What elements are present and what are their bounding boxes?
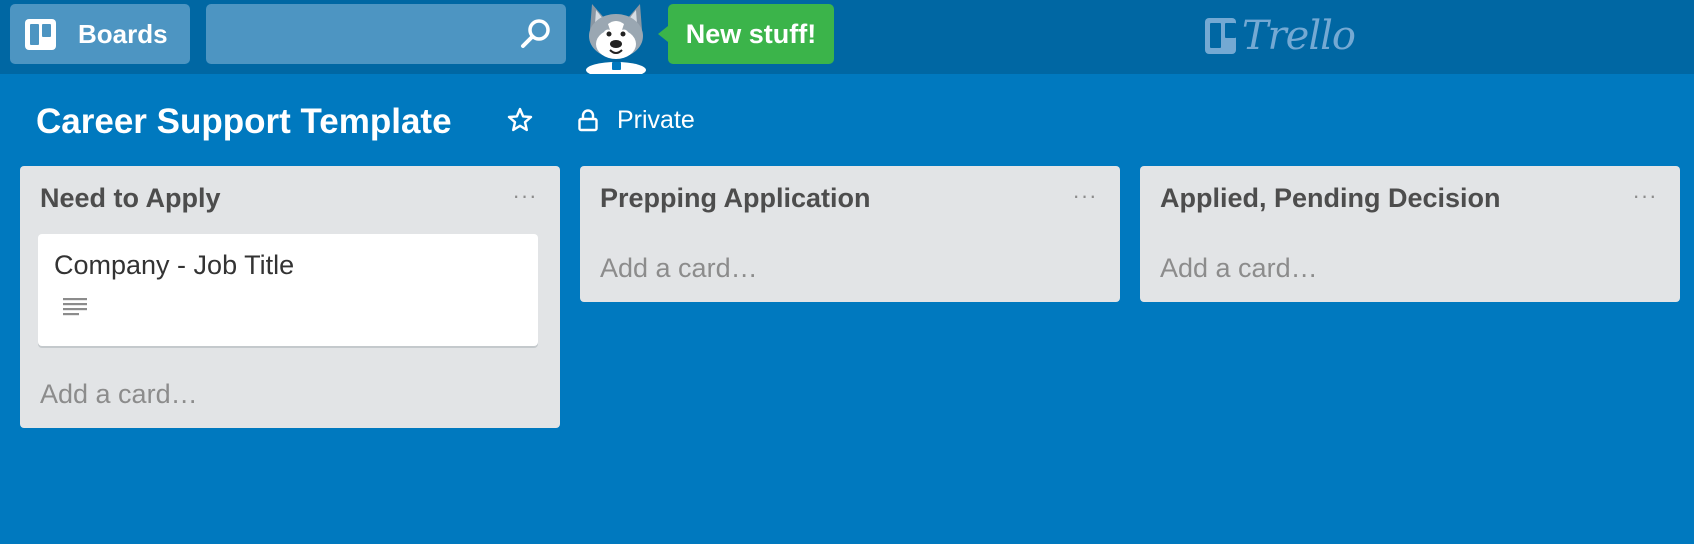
new-stuff-button[interactable]: New stuff! xyxy=(658,4,834,64)
list-title[interactable]: Prepping Application xyxy=(600,180,871,216)
boards-icon xyxy=(25,19,56,50)
board-title[interactable]: Career Support Template xyxy=(36,96,452,148)
trello-logo-text: Trello xyxy=(1241,13,1356,59)
search-input[interactable] xyxy=(206,4,566,64)
list-applied-pending-decision: Applied, Pending Decision ··· Add a card… xyxy=(1140,166,1680,302)
add-card-link[interactable]: Add a card… xyxy=(600,248,758,288)
list-menu-icon[interactable]: ··· xyxy=(1070,185,1100,210)
list-need-to-apply: Need to Apply ··· Company - Job Title Ad… xyxy=(20,166,560,428)
list-title[interactable]: Need to Apply xyxy=(40,180,221,216)
trello-logo-icon xyxy=(1205,18,1236,54)
visibility-button[interactable]: Private xyxy=(617,100,695,140)
description-icon xyxy=(63,298,87,316)
list-title[interactable]: Applied, Pending Decision xyxy=(1160,180,1501,216)
star-icon[interactable] xyxy=(506,106,534,134)
add-card-link[interactable]: Add a card… xyxy=(1160,248,1318,288)
mascot-icon[interactable] xyxy=(580,0,652,74)
trello-logo[interactable]: Trello xyxy=(1205,13,1356,59)
app-header: Boards New stuff! Trello xyxy=(0,0,1694,74)
boards-button[interactable]: Boards xyxy=(10,4,190,64)
search-icon[interactable] xyxy=(518,16,554,52)
list-prepping-application: Prepping Application ··· Add a card… xyxy=(580,166,1120,302)
list-menu-icon[interactable]: ··· xyxy=(1630,185,1660,210)
boards-button-label: Boards xyxy=(78,19,168,49)
lock-icon xyxy=(578,109,598,132)
list-menu-icon[interactable]: ··· xyxy=(510,185,540,210)
card-item[interactable]: Company - Job Title xyxy=(38,234,538,346)
card-title: Company - Job Title xyxy=(54,250,295,280)
add-card-link[interactable]: Add a card… xyxy=(40,374,198,414)
